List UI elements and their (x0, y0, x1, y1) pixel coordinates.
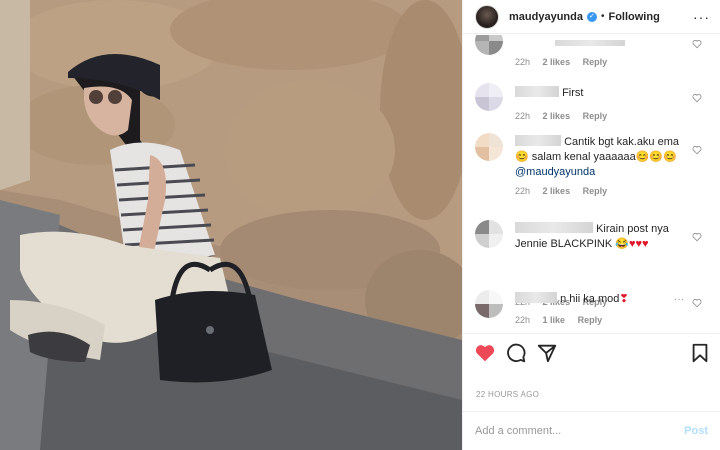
redacted-username (515, 222, 593, 233)
comment-avatar[interactable] (475, 133, 503, 161)
reply-button[interactable]: Reply (583, 186, 608, 196)
heart-emoji-icon: ♥♥♥ (628, 238, 649, 250)
comment-time: 22h (515, 186, 531, 196)
redacted-username (515, 86, 559, 97)
heart-filled-icon[interactable] (474, 342, 496, 364)
paper-plane-icon[interactable] (536, 342, 558, 364)
profile-avatar[interactable] (475, 4, 499, 29)
post-header: maudyayunda ✓ • Following ··· (463, 0, 720, 34)
comment-likes[interactable]: 2 likes (543, 111, 571, 121)
comment-avatar[interactable] (475, 220, 503, 248)
post-comment-button[interactable]: Post (684, 425, 708, 437)
emoji-icon: 😂 (615, 238, 629, 250)
comment-likes[interactable]: 2 likes (543, 186, 571, 196)
comment-item: Kirain post nya Jennie BLACKPINK 😂♥♥♥ 22… (463, 220, 720, 307)
bookmark-icon[interactable] (689, 342, 711, 364)
post-timestamp: 22 HOURS AGO (476, 390, 540, 399)
comment-text-line2: salam kenal yaaaaaa (531, 151, 636, 163)
comment-composer: Add a comment... Post (463, 411, 720, 450)
comment-time: 22h (515, 57, 531, 67)
following-button[interactable]: Following (608, 11, 659, 23)
comment-options-icon[interactable]: ··· (674, 294, 684, 305)
comment-text: Kirain post nya (596, 223, 669, 235)
comment-time: 22h (515, 315, 531, 325)
comment-text: First (562, 87, 584, 99)
comment-input[interactable]: Add a comment... (475, 425, 561, 437)
comment-likes[interactable]: 2 likes (543, 57, 571, 67)
comment-meta: 22h 2 likes Reply (515, 111, 617, 121)
more-horizontal-icon[interactable]: ··· (693, 10, 710, 24)
comment-text: n hii ka mod (560, 293, 620, 305)
comment-meta: 22h 2 likes Reply (515, 186, 617, 196)
username-link[interactable]: maudyayunda (509, 11, 583, 23)
comment-item: First 22h 2 likes Reply (463, 81, 720, 123)
comment-text-line2: Jennie BLACKPINK (515, 238, 613, 250)
heart-outline-icon[interactable] (692, 93, 702, 103)
comment-meta: 22h 1 like Reply (515, 315, 612, 325)
emoji-icon: 😊 (515, 151, 529, 163)
post-actions (463, 333, 720, 369)
reply-button[interactable]: Reply (578, 315, 603, 325)
comment-item: 22h 2 likes Reply (463, 35, 720, 71)
comment-avatar[interactable] (475, 290, 503, 318)
heart-outline-icon[interactable] (692, 145, 702, 155)
verified-badge-icon: ✓ (586, 11, 597, 22)
comment-likes[interactable]: 1 like (543, 315, 566, 325)
heart-outline-icon[interactable] (692, 39, 702, 49)
reply-button[interactable]: Reply (583, 57, 608, 67)
separator-dot: • (600, 11, 605, 22)
comment-avatar[interactable] (475, 83, 503, 111)
comment-text: Cantik bgt kak.aku ema (564, 136, 680, 148)
emoji-icon: 😊😊😊 (635, 151, 677, 163)
heart-outline-icon[interactable] (692, 298, 702, 308)
photo-illustration (0, 0, 462, 450)
post-detail-panel: maudyayunda ✓ • Following ··· 22h 2 like… (462, 0, 720, 450)
comment-item: Cantik bgt kak.aku ema 😊 salam kenal yaa… (463, 133, 720, 203)
redacted-username (515, 135, 561, 146)
comment-meta: 22h 2 likes Reply (515, 57, 617, 67)
post-photo[interactable] (0, 0, 462, 450)
comment-item: n hii ka mod❣ ··· 22h 1 like Reply (463, 290, 720, 331)
heart-emoji-icon: ❣ (619, 293, 629, 305)
comment-time: 22h (515, 111, 531, 121)
comment-bubble-icon[interactable] (505, 342, 527, 364)
comment-list[interactable]: 22h 2 likes Reply First 22h 2 likes Repl… (463, 35, 720, 331)
mention-link[interactable]: @maudyayunda (515, 166, 595, 178)
comment-avatar[interactable] (475, 35, 503, 55)
heart-outline-icon[interactable] (692, 232, 702, 242)
redacted-username (515, 292, 557, 303)
reply-button[interactable]: Reply (583, 111, 608, 121)
